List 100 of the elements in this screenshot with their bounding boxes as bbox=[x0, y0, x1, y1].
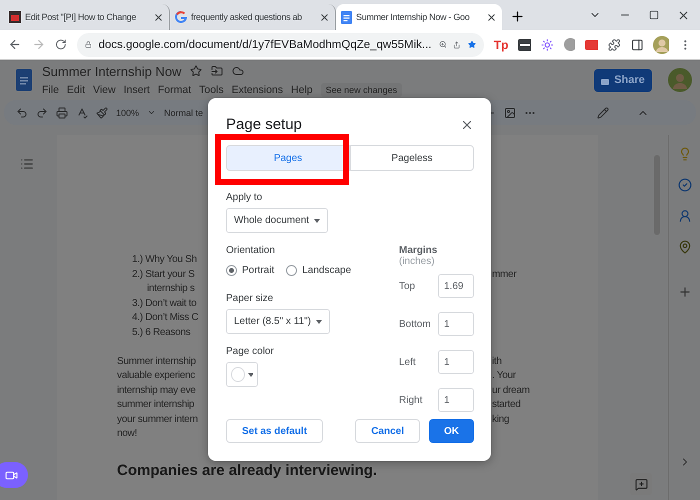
menu-item[interactable]: Extensions bbox=[232, 84, 284, 96]
changes-link[interactable]: See new changes bbox=[320, 82, 402, 96]
document-heading: Companies are already interviewing. bbox=[117, 462, 378, 478]
cancel-button[interactable]: Cancel bbox=[355, 419, 420, 443]
document-text: summer internship bbox=[117, 399, 194, 410]
share-button[interactable]: Share bbox=[594, 68, 652, 92]
document-icon[interactable] bbox=[16, 69, 32, 91]
document-text: internship may eve bbox=[117, 384, 196, 396]
contacts-icon[interactable] bbox=[678, 209, 692, 223]
address-bar[interactable]: docs.google.com/document/d/1y7fEVBaModhmQqZe_qw55Mik... bbox=[76, 32, 484, 56]
reload-icon[interactable] bbox=[55, 38, 67, 51]
edit-icon[interactable] bbox=[597, 106, 610, 118]
outline-icon[interactable] bbox=[20, 157, 34, 171]
document-text: now! bbox=[117, 428, 137, 439]
margin-input[interactable]: 1.69 bbox=[438, 274, 474, 298]
sun-icon[interactable] bbox=[541, 38, 554, 52]
orientation-radio[interactable]: Landscape bbox=[286, 265, 352, 276]
new-tab-icon[interactable] bbox=[510, 9, 525, 24]
page-color-picker[interactable] bbox=[226, 362, 258, 387]
margins-label: Margins (inches) bbox=[399, 245, 438, 267]
document-text: your summer intern bbox=[117, 414, 198, 424]
extension-label[interactable]: Tp bbox=[494, 38, 508, 52]
margin-label: Left bbox=[399, 356, 416, 368]
document-text: 1.) Why You Sh bbox=[131, 254, 197, 265]
cloud-icon[interactable] bbox=[232, 65, 244, 77]
zoom-select[interactable]: 100% bbox=[116, 108, 140, 118]
google-icon bbox=[175, 11, 187, 23]
close-icon[interactable] bbox=[486, 12, 497, 22]
default-button[interactable]: Set as default bbox=[226, 419, 324, 443]
apply-dropdown[interactable]: Whole document bbox=[226, 208, 328, 233]
caret-icon bbox=[316, 320, 322, 324]
document-text: king bbox=[492, 414, 510, 424]
close-icon[interactable] bbox=[319, 12, 330, 22]
side-panel-icon[interactable] bbox=[630, 38, 644, 52]
star-icon[interactable] bbox=[468, 38, 476, 51]
dialog-title: Page setup bbox=[226, 116, 302, 133]
margin-input[interactable]: 1 bbox=[438, 350, 474, 374]
margin-label: Top bbox=[399, 280, 416, 292]
document-text: 3.) Don’t wait to bbox=[131, 298, 196, 308]
style-select[interactable]: Normal te bbox=[164, 108, 204, 118]
paint-format-icon[interactable] bbox=[96, 106, 108, 118]
puzzle-icon[interactable] bbox=[608, 38, 621, 52]
extension-icon[interactable] bbox=[518, 38, 532, 50]
mode-tab[interactable]: Pageless bbox=[350, 145, 474, 171]
margin-label: Right bbox=[399, 394, 422, 406]
field-label: Apply to bbox=[226, 192, 264, 203]
spellcheck-icon[interactable] bbox=[76, 106, 88, 118]
document-text: . Your bbox=[492, 370, 516, 381]
document-text: ith bbox=[492, 356, 502, 366]
site-icon bbox=[9, 11, 21, 23]
close-icon[interactable] bbox=[677, 8, 690, 22]
print-icon[interactable] bbox=[56, 106, 68, 118]
field-label: Orientation bbox=[226, 245, 276, 256]
orientation-radio[interactable]: Portrait bbox=[226, 265, 274, 276]
tasks-icon[interactable] bbox=[678, 178, 692, 192]
menu-item[interactable]: File bbox=[42, 84, 59, 96]
margin-input[interactable]: 1 bbox=[438, 388, 474, 412]
caret-icon[interactable] bbox=[147, 108, 156, 117]
paper-size-dropdown[interactable]: Letter (8.5" x 11") bbox=[226, 309, 330, 334]
ok-button[interactable]: OK bbox=[429, 419, 474, 443]
star-icon[interactable] bbox=[190, 65, 202, 77]
caret-icon bbox=[248, 372, 253, 376]
menu-item[interactable]: Help bbox=[291, 84, 313, 96]
document-text: 4.) Don’t Miss C bbox=[131, 312, 198, 323]
document-text: started bbox=[492, 399, 520, 410]
maximize-icon[interactable] bbox=[649, 10, 659, 20]
field-label: Page color bbox=[226, 346, 275, 357]
lock-icon bbox=[84, 39, 92, 50]
image-icon[interactable] bbox=[504, 106, 516, 118]
document-icon bbox=[341, 10, 352, 24]
menu-item[interactable]: Edit bbox=[66, 84, 86, 96]
document-text: mmer bbox=[492, 268, 516, 280]
menu-item[interactable]: Insert bbox=[124, 84, 150, 96]
add-comment-icon bbox=[634, 478, 648, 490]
back-icon[interactable] bbox=[8, 37, 22, 52]
avatar[interactable] bbox=[653, 36, 670, 54]
margin-label: Bottom bbox=[399, 318, 431, 330]
document-text: 2.) Start your S bbox=[131, 268, 194, 280]
document-text: ur dream bbox=[492, 384, 530, 396]
document-title[interactable]: Summer Internship Now bbox=[42, 64, 182, 78]
menu-item[interactable]: View bbox=[93, 84, 116, 96]
share-icon[interactable] bbox=[453, 38, 461, 50]
document-text: 5.) 6 Reasons bbox=[131, 326, 190, 338]
meet-button[interactable] bbox=[0, 462, 28, 488]
document-text: valuable experienc bbox=[117, 370, 195, 381]
map-pin-icon[interactable] bbox=[678, 240, 692, 254]
move-icon[interactable] bbox=[211, 65, 224, 77]
close-icon[interactable] bbox=[153, 12, 164, 22]
document-text: internship s bbox=[146, 283, 195, 294]
menu-item[interactable]: Tools bbox=[199, 84, 224, 96]
caret-icon bbox=[314, 218, 320, 222]
video-icon bbox=[4, 468, 18, 482]
document-text: Summer internship bbox=[117, 356, 196, 366]
redo-icon[interactable] bbox=[36, 106, 48, 118]
add-icon[interactable] bbox=[678, 285, 692, 299]
menu-item[interactable]: Format bbox=[158, 84, 192, 96]
browser-tab[interactable]: Summer Internship Now - Goo bbox=[336, 4, 502, 30]
margin-input[interactable]: 1 bbox=[438, 312, 474, 336]
undo-icon[interactable] bbox=[16, 106, 28, 118]
mode-tab[interactable]: Pages bbox=[226, 145, 350, 171]
